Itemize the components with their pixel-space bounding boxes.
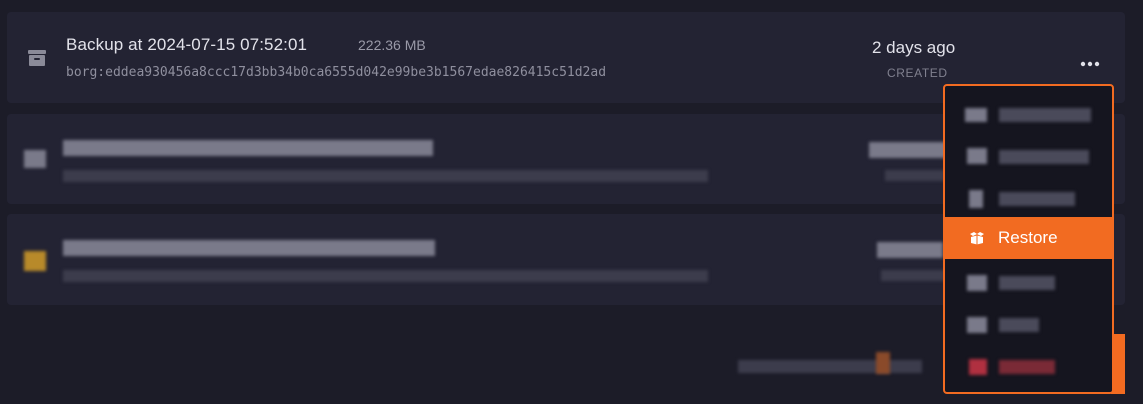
row-actions-menu: Restore <box>943 84 1114 394</box>
obscured-time <box>877 242 943 258</box>
ellipsis-icon <box>1080 61 1100 67</box>
obscured-title <box>63 140 433 156</box>
menu-item-obscured-4[interactable] <box>945 262 1112 304</box>
backup-created-label: CREATED <box>887 66 948 80</box>
obscured-menu-icon <box>967 275 987 291</box>
obscured-menu-icon <box>969 359 987 375</box>
obscured-icon <box>24 150 46 168</box>
backup-hash: borg:eddea930456a8ccc17d3bb34b0ca6555d04… <box>66 65 607 80</box>
menu-item-obscured-2[interactable] <box>945 136 1112 178</box>
archive-icon <box>28 50 46 66</box>
obscured-time-label <box>885 170 945 181</box>
menu-item-obscured-1[interactable] <box>945 94 1112 136</box>
obscured-menu-label <box>999 276 1055 290</box>
obscured-menu-label <box>999 192 1075 206</box>
restore-menu-item[interactable]: Restore <box>945 217 1112 259</box>
obscured-footer-accent <box>876 352 890 374</box>
obscured-title <box>63 240 435 256</box>
box-open-icon <box>970 232 984 245</box>
obscured-time-label <box>881 270 945 281</box>
obscured-menu-icon <box>967 148 987 164</box>
restore-label: Restore <box>998 228 1058 247</box>
obscured-menu-label <box>999 108 1091 122</box>
menu-item-obscured-3[interactable] <box>945 178 1112 220</box>
obscured-menu-icon <box>965 108 987 122</box>
menu-item-obscured-5[interactable] <box>945 304 1112 346</box>
obscured-hash <box>63 270 708 282</box>
obscured-hash <box>63 170 708 182</box>
obscured-menu-label <box>999 318 1039 332</box>
obscured-menu-icon <box>967 317 987 333</box>
obscured-menu-label <box>999 150 1089 164</box>
obscured-footer-text <box>738 360 922 373</box>
backup-size: 222.36 MB <box>358 37 426 53</box>
obscured-menu-label <box>999 360 1055 374</box>
obscured-menu-icon <box>969 190 983 208</box>
backup-list-page: Backup at 2024-07-15 07:52:01 222.36 MB … <box>0 0 1143 404</box>
backup-title: Backup at 2024-07-15 07:52:01 <box>66 35 308 54</box>
backup-created-time: 2 days ago <box>872 38 956 57</box>
obscured-time <box>869 142 947 158</box>
menu-item-delete-obscured[interactable] <box>945 346 1112 388</box>
obscured-icon <box>24 251 46 271</box>
more-options-button[interactable] <box>1075 54 1105 74</box>
